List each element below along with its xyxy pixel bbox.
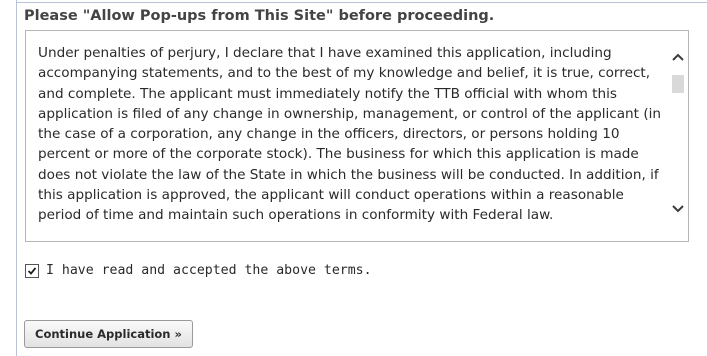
agree-row: I have read and accepted the above terms… (25, 263, 372, 278)
chevron-up-icon (671, 53, 684, 61)
agree-label[interactable]: I have read and accepted the above terms… (46, 263, 372, 278)
agree-checkbox[interactable] (25, 263, 39, 278)
continue-application-button[interactable]: Continue Application » (24, 320, 193, 348)
terms-textarea[interactable]: Under penalties of perjury, I declare th… (25, 30, 689, 242)
scroll-down-button[interactable] (667, 199, 688, 219)
chevron-down-icon (671, 205, 684, 213)
popup-notice: Please "Allow Pop-ups from This Site" be… (24, 8, 495, 24)
scroll-up-button[interactable] (667, 47, 688, 67)
terms-text: Under penalties of perjury, I declare th… (38, 45, 662, 224)
terms-scrollbar[interactable] (667, 31, 688, 241)
scroll-thumb[interactable] (672, 75, 684, 93)
checkmark-icon (27, 266, 37, 275)
frame-divider (16, 2, 707, 3)
